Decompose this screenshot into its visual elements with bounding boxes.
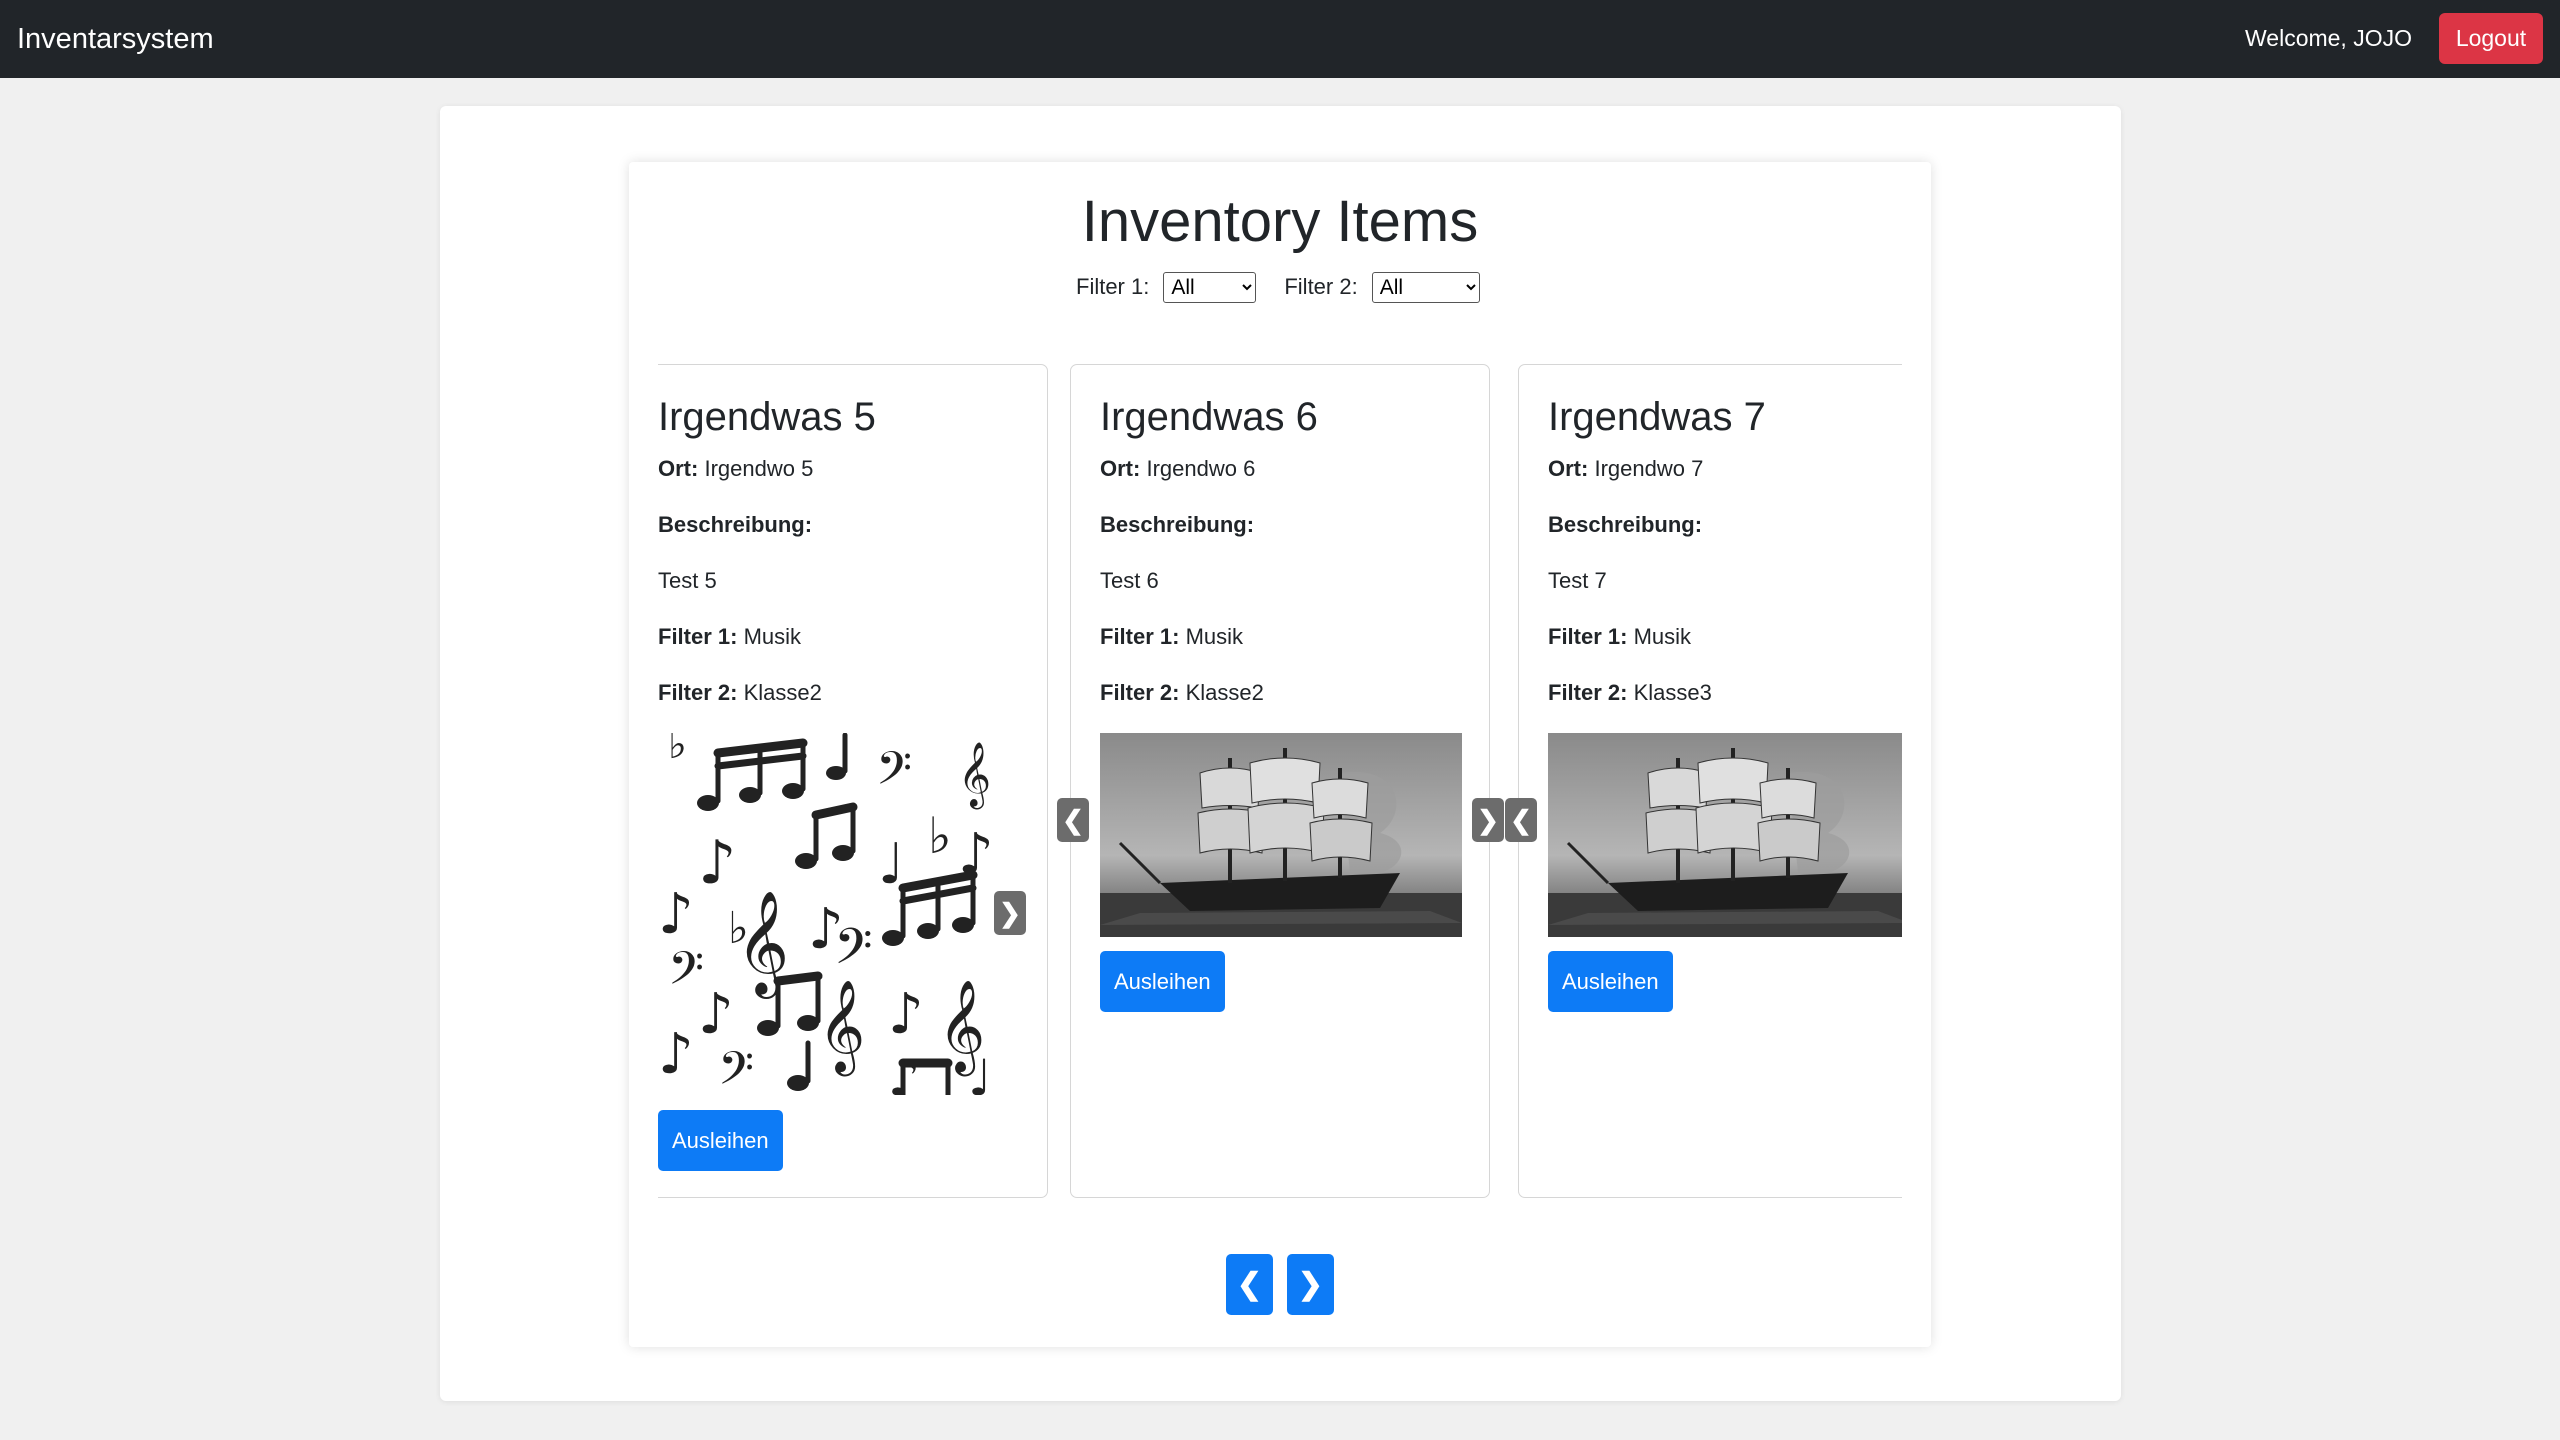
next-image-button-6[interactable]: ❯ (1472, 798, 1504, 842)
beschreibung-label: Beschreibung: (658, 512, 813, 537)
item-ort-row: Ort: Irgendwo 7 (1548, 456, 1703, 482)
filter1-select[interactable]: All (1163, 271, 1257, 303)
welcome-text: Welcome, JOJO (2245, 25, 2412, 51)
ort-value: Irgendwo 5 (704, 456, 814, 481)
item-card: Irgendwas 6 Ort: Irgendwo 6 Beschreibung… (1057, 364, 1504, 1198)
ghost-ship-image (1100, 733, 1462, 937)
filter2-value: Klasse2 (1185, 680, 1264, 705)
svg-text:𝄞: 𝄞 (818, 979, 865, 1076)
music-notes-image: 𝄢 ♭ 𝄞 ♪ ♩ ♭ ♪ ♭ 𝄞 ♪ 𝄢 ♪ 𝄢 ♪ 𝄞 ♪ 𝄞 ♪ 𝄢 ♩ (658, 733, 1020, 1095)
music-notes-image: 𝄢 ♭ 𝄞 ♪ ♩ ♭ ♪ ♭ 𝄞 ♪ 𝄢 ♪ 𝄢 ♪ 𝄞 ♪ 𝄞 ♪ 𝄢 ♩ (658, 733, 1020, 1095)
filter2-value: Klasse2 (743, 680, 822, 705)
filter1-value: Musik (743, 624, 802, 649)
svg-text:♪: ♪ (698, 828, 736, 898)
logout-button[interactable]: Logout (2439, 13, 2543, 64)
item-description-label: Beschreibung: (658, 512, 812, 538)
filter1-field-label: Filter 1: (1548, 624, 1628, 649)
borrow-button[interactable]: Ausleihen (1100, 951, 1225, 1012)
item-filter2-row: Filter 2: Klasse2 (1100, 680, 1264, 706)
item-filter1-row: Filter 1: Musik (658, 624, 801, 650)
svg-text:♭: ♭ (928, 807, 952, 865)
item-title: Irgendwas 7 (1548, 395, 1766, 439)
ghost-ship-image (1100, 733, 1462, 937)
filter2-field-label: Filter 2: (658, 680, 738, 705)
svg-text:♪: ♪ (698, 982, 734, 1047)
svg-text:♩: ♩ (968, 1049, 992, 1095)
filter2-field-label: Filter 2: (1100, 680, 1180, 705)
item-description: Test 6 (1100, 568, 1159, 593)
item-description: Test 5 (658, 568, 717, 593)
carousel-next-button[interactable]: ❯ (1287, 1254, 1334, 1315)
svg-text:𝄢: 𝄢 (834, 918, 873, 988)
filter2-select[interactable]: All (1371, 271, 1480, 303)
prev-image-button-7[interactable]: ❮ (1505, 798, 1537, 842)
brand-link[interactable]: Inventarsystem (17, 0, 214, 78)
beschreibung-label: Beschreibung: (1548, 512, 1703, 537)
ort-value: Irgendwo 7 (1594, 456, 1704, 481)
filter1-value: Musik (1185, 624, 1244, 649)
borrow-button[interactable]: Ausleihen (1548, 951, 1673, 1012)
item-description: Test 7 (1548, 568, 1607, 593)
svg-text:♪: ♪ (888, 982, 924, 1047)
prev-image-button-6[interactable]: ❮ (1057, 798, 1089, 842)
page-title: Inventory Items (1081, 189, 1479, 254)
carousel-prev-button[interactable]: ❮ (1226, 1254, 1273, 1315)
beschreibung-label: Beschreibung: (1100, 512, 1255, 537)
ort-label: Ort: (1548, 456, 1589, 481)
svg-text:𝄢: 𝄢 (876, 742, 912, 807)
borrow-button[interactable]: Ausleihen (658, 1110, 783, 1171)
filter1-value: Musik (1633, 624, 1692, 649)
item-filter1-row: Filter 1: Musik (1100, 624, 1243, 650)
item-title: Irgendwas 5 (658, 395, 876, 439)
item-description-label: Beschreibung: (1548, 512, 1702, 538)
item-filter2-row: Filter 2: Klasse2 (658, 680, 822, 706)
svg-text:♪: ♪ (658, 1022, 694, 1087)
item-description-label: Beschreibung: (1100, 512, 1254, 538)
ort-label: Ort: (658, 456, 699, 481)
item-card: Irgendwas 5 Ort: Irgendwo 5 Beschreibung… (658, 364, 1048, 1198)
filter1-field-label: Filter 1: (658, 624, 738, 649)
ghost-ship-image (1548, 733, 1902, 937)
svg-text:♪: ♪ (658, 882, 694, 947)
item-ort-row: Ort: Irgendwo 6 (1100, 456, 1255, 482)
item-filter1-row: Filter 1: Musik (1548, 624, 1691, 650)
filter1-label: Filter 1: (1076, 274, 1150, 299)
svg-text:♭: ♭ (668, 733, 687, 768)
item-carousel: Irgendwas 5 Ort: Irgendwo 5 Beschreibung… (658, 364, 1902, 1200)
filter2-value: Klasse3 (1633, 680, 1712, 705)
ghost-ship-image (1548, 733, 1902, 937)
filter1-field-label: Filter 1: (1100, 624, 1180, 649)
item-title: Irgendwas 6 (1100, 395, 1318, 439)
filter-bar: Filter 1: All Filter 2: All (1076, 270, 1480, 304)
item-ort-row: Ort: Irgendwo 5 (658, 456, 813, 482)
ort-label: Ort: (1100, 456, 1141, 481)
item-filter2-row: Filter 2: Klasse3 (1548, 680, 1712, 706)
filter2-label: Filter 2: (1284, 274, 1358, 299)
filter2-field-label: Filter 2: (1548, 680, 1628, 705)
svg-text:𝄢: 𝄢 (718, 1042, 754, 1095)
item-card: Irgendwas 7 Ort: Irgendwo 7 Beschreibung… (1505, 364, 1902, 1198)
svg-text:𝄞: 𝄞 (958, 742, 991, 809)
navbar: Inventarsystem Welcome, JOJO Logout (0, 0, 2560, 78)
ort-value: Irgendwo 6 (1146, 456, 1256, 481)
next-image-button-5[interactable]: ❯ (994, 891, 1026, 935)
